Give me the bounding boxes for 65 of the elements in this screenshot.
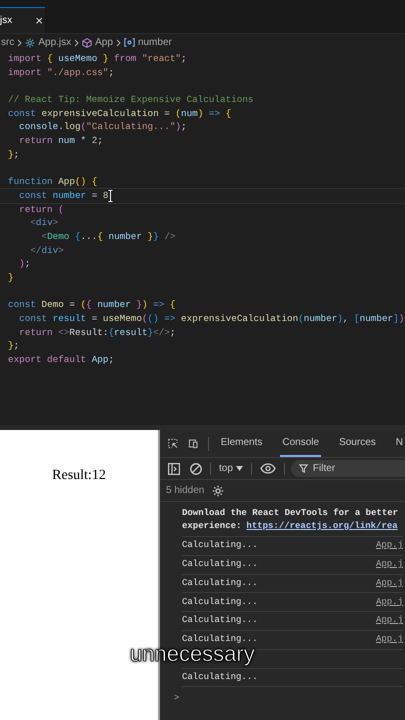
devtools-tab[interactable]: Elements xyxy=(218,430,264,457)
code-line: const exprensiveCalculation = (num) => { xyxy=(8,106,232,120)
code-line: ); xyxy=(18,257,32,271)
code-line: // React Tip: Memoize Expensive Calculations xyxy=(8,93,254,107)
console-message: experience: xyxy=(182,520,242,533)
code-line: return num * 2; xyxy=(18,134,104,148)
code-line: }; xyxy=(8,148,20,162)
text-cursor-icon xyxy=(108,190,114,202)
code-line: console.log("Calculating..."); xyxy=(18,120,188,134)
settings-icon[interactable] xyxy=(212,484,224,496)
console-message: Calculating... xyxy=(182,576,258,590)
console-message: Calculating... xyxy=(182,558,258,571)
code-line: } xyxy=(8,271,15,285)
eye-icon[interactable] xyxy=(260,463,276,474)
chevron-icon xyxy=(74,38,80,46)
code-line: export default App; xyxy=(8,353,116,367)
devtools-tab[interactable]: Console xyxy=(280,430,322,457)
gear-icon xyxy=(25,38,36,48)
prompt-icon: > xyxy=(174,687,403,710)
devtools-tab[interactable]: Sources xyxy=(337,430,378,457)
code-line: function App() { xyxy=(8,175,98,189)
filter-icon xyxy=(298,464,308,473)
source-link[interactable]: App.j xyxy=(376,539,403,553)
code-line: const result = useMemo(() => exprensiveCalculation(number), [number]) xyxy=(18,312,405,326)
console-message: Calculating... xyxy=(182,539,258,552)
devtools-tab[interactable]: N xyxy=(394,430,405,457)
caret-icon xyxy=(236,466,243,471)
breadcrumb-item[interactable]: App.jsx xyxy=(38,35,72,50)
console-message: Calculating... xyxy=(182,670,258,684)
code-line: return <>Result:{result}</>; xyxy=(18,326,176,340)
code-line: return ( xyxy=(18,202,65,216)
code-line: <div> xyxy=(29,216,60,230)
chevron-icon xyxy=(116,38,121,46)
editor-tab[interactable]: jsx × xyxy=(0,7,45,33)
console-message: Download the React DevTools for a better xyxy=(182,507,400,520)
code-line: const number = 8 xyxy=(0,188,405,203)
result-text: Result:12 xyxy=(52,467,106,485)
sidebar-icon[interactable] xyxy=(168,462,180,474)
clear-console-icon[interactable] xyxy=(190,462,202,474)
source-link[interactable]: App.j xyxy=(376,614,403,628)
code-line: <Demo {...{ number }} /> xyxy=(40,230,176,244)
breadcrumb-item[interactable]: App xyxy=(95,35,113,50)
source-link[interactable]: App.j xyxy=(376,633,403,647)
source-link[interactable]: App.j xyxy=(376,558,403,572)
source-link[interactable]: App.j xyxy=(376,596,403,610)
code-line: </div> xyxy=(29,244,65,258)
device-toolbar-icon[interactable] xyxy=(188,437,198,450)
code-line: const Demo = ({ number }) => { xyxy=(8,298,176,312)
context-dropdown[interactable]: top xyxy=(219,461,243,476)
link[interactable]: https://reactjs.org/link/rea xyxy=(246,520,398,533)
breadcrumb-item[interactable]: src xyxy=(1,35,14,50)
source-link[interactable]: App.j xyxy=(376,576,403,590)
console-message: Calculating... xyxy=(182,614,258,628)
variable-icon xyxy=(124,38,135,47)
inspect-icon[interactable] xyxy=(168,437,178,450)
cube-icon xyxy=(82,38,92,48)
chevron-icon xyxy=(17,38,22,46)
hidden-count: 5 hidden xyxy=(166,484,204,498)
code-line: import { useMemo } from "react"; xyxy=(8,52,188,66)
console-message: Calculating... xyxy=(182,596,258,609)
code-line: }; xyxy=(8,339,20,354)
close-icon[interactable]: × xyxy=(35,14,43,27)
filter-field[interactable]: Filter xyxy=(290,460,405,477)
breadcrumb-item[interactable]: number xyxy=(138,35,172,50)
code-line: import "./app.css"; xyxy=(8,66,116,80)
